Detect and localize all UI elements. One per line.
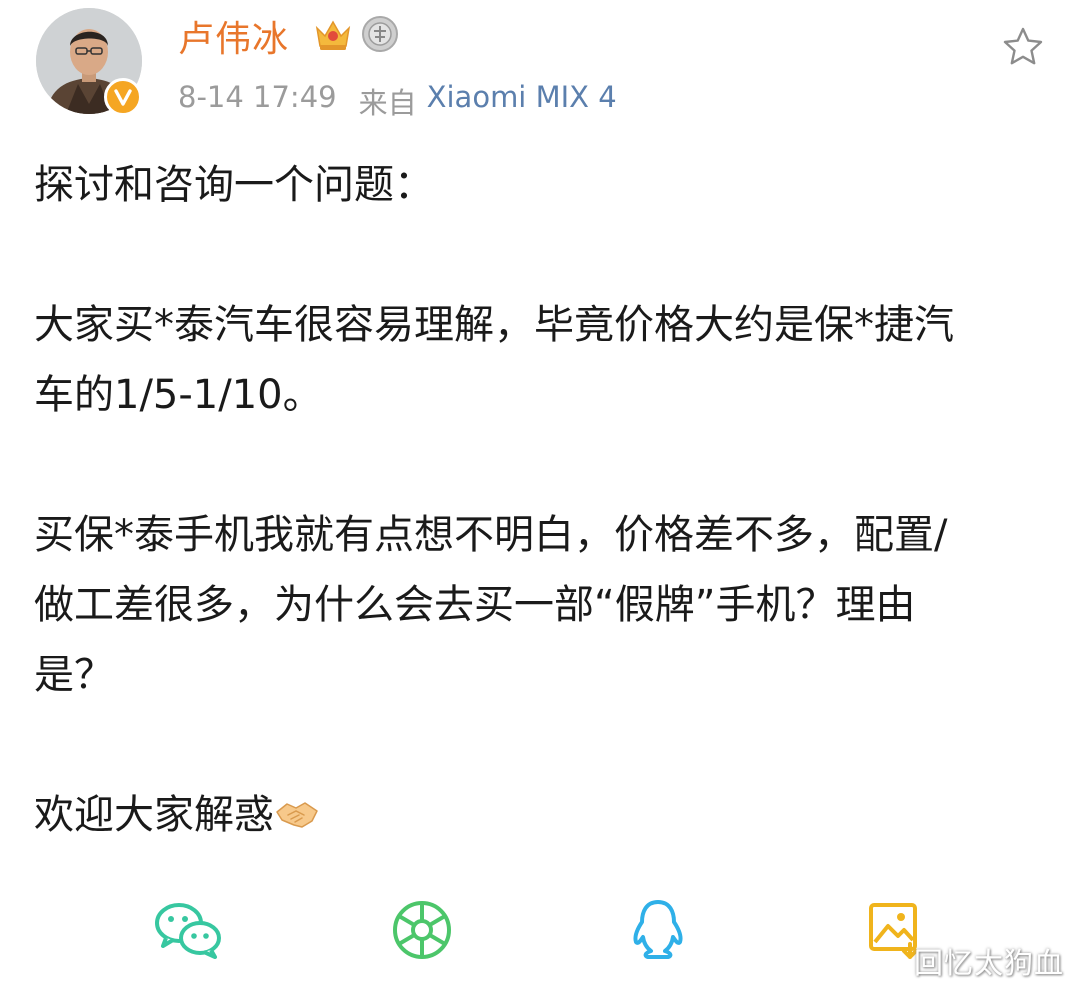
qq-icon [633, 900, 683, 959]
post-closing: 欢迎大家解惑 [34, 780, 1044, 850]
crown-badge-icon[interactable] [312, 14, 354, 54]
share-wechat-button[interactable] [148, 890, 228, 970]
post-timestamp: 8-14 17:49 [178, 80, 337, 114]
source-device-link[interactable]: Xiaomi MIX 4 [427, 80, 617, 122]
post-meta: 8-14 17:49 来自 Xiaomi MIX 4 [178, 80, 617, 122]
post-line: 大家买*泰汽车很容易理解，毕竟价格大约是保*捷汽 [34, 302, 954, 348]
post-line: 是？ [34, 652, 114, 698]
post-line: 买保*泰手机我就有点想不明白，价格差不多，配置/ [34, 512, 948, 558]
author-name[interactable]: 卢伟冰 [178, 10, 289, 62]
post-line: 探讨和咨询一个问题： [34, 162, 434, 208]
post-line: 车的1/5-1/10。 [34, 372, 323, 418]
post-content: 探讨和咨询一个问题： 大家买*泰汽车很容易理解，毕竟价格大约是保*捷汽 车的1/… [34, 150, 1044, 850]
watermark: 回忆太狗血 [914, 946, 1065, 980]
source-prefix: 来自 [358, 86, 417, 120]
share-moments-button[interactable] [382, 890, 462, 970]
post-source: 来自 Xiaomi MIX 4 [359, 80, 617, 122]
moments-icon [393, 901, 451, 959]
handshake-emoji-icon [274, 786, 320, 828]
share-qq-button[interactable] [618, 890, 698, 970]
star-icon [1003, 27, 1043, 65]
wechat-icon [155, 903, 221, 959]
favorite-button[interactable] [996, 20, 1050, 74]
verified-badge-icon [104, 78, 142, 116]
post-line: 欢迎大家解惑 [34, 792, 274, 838]
medal-badge-icon[interactable] [360, 14, 400, 54]
post-line: 做工差很多，为什么会去买一部“假牌”手机？理由 [34, 582, 916, 628]
